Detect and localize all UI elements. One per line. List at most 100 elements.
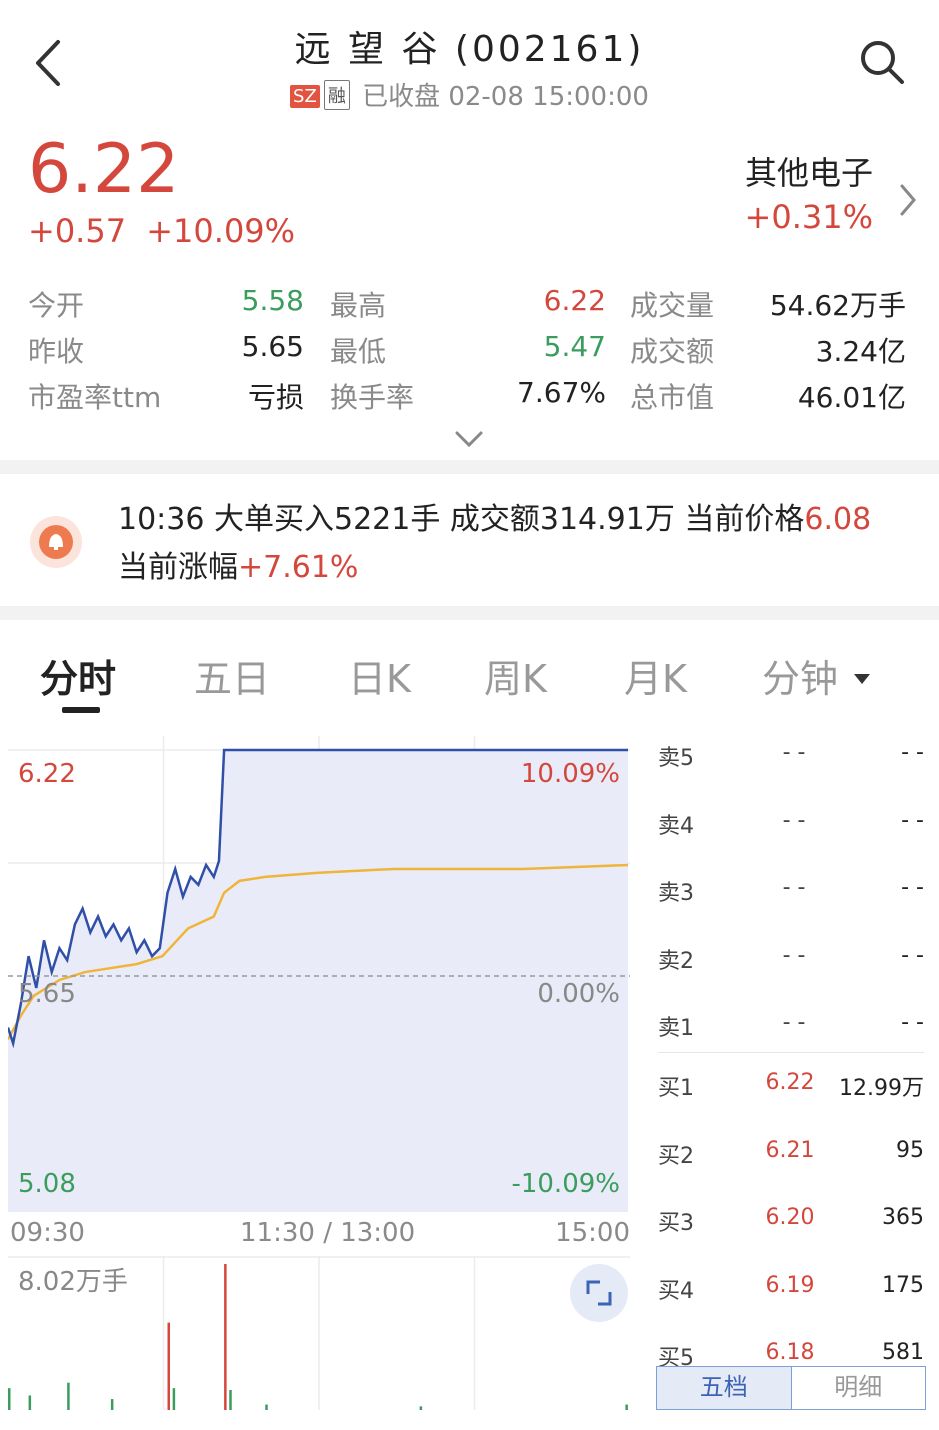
bid-label: 买2 (658, 1143, 694, 1169)
tab-intraday[interactable]: 分时 (40, 648, 116, 703)
ask-label: 卖4 (658, 813, 694, 839)
tab-trade-detail[interactable]: 明细 (792, 1367, 926, 1409)
volume-bar (625, 1404, 628, 1410)
notice-percent: +7.61% (238, 550, 359, 585)
orderbook-tabs: 五档 明细 (656, 1366, 926, 1410)
ask-price: - - (782, 875, 806, 900)
tab-daily-k[interactable]: 日K (348, 648, 411, 703)
bid-price: 6.20 (765, 1205, 815, 1230)
ask-label: 卖5 (658, 746, 694, 771)
axis-price-low: 5.08 (18, 1169, 76, 1199)
change-value: +0.57 (28, 212, 127, 250)
axis-pct-mid: 0.00% (537, 979, 620, 1009)
tab-monthly-k[interactable]: 月K (624, 648, 687, 703)
stat-value-turnover-rate: 7.67% (517, 376, 606, 409)
search-icon (861, 41, 904, 84)
stat-value-pe-ttm: 亏损 (247, 381, 304, 414)
volume-bar (265, 1404, 268, 1410)
active-tab-indicator (62, 707, 100, 713)
notice-text: 10:36 大单买入5221手 成交额314.91万 当前价格 (118, 502, 805, 537)
volume-bar (419, 1406, 423, 1410)
volume-chart[interactable]: 8.02万手 (8, 1256, 630, 1410)
tab-weekly-k[interactable]: 周K (484, 648, 547, 703)
volume-bar (28, 1395, 32, 1410)
bid-volume: 12.99万 (839, 1076, 924, 1101)
search-button[interactable] (858, 38, 906, 86)
chevron-right-icon[interactable] (896, 180, 920, 220)
ask-volume: - - (901, 942, 924, 968)
bell-icon (30, 516, 82, 568)
last-price: 6.22 (28, 130, 180, 209)
margin-badge: 融 (323, 80, 350, 110)
notice-line2: 当前涨幅 (118, 550, 238, 585)
bid-price: 6.18 (765, 1340, 815, 1365)
volume-max-label: 8.02万手 (18, 1267, 128, 1297)
ask-price: - - (782, 740, 806, 765)
fullscreen-icon (586, 1280, 612, 1306)
fullscreen-button[interactable] (570, 1264, 628, 1322)
volume-bar (67, 1382, 70, 1410)
expand-chevron-icon[interactable] (454, 428, 484, 450)
ask-label: 卖3 (658, 881, 694, 906)
stat-label-low: 最低 (330, 335, 387, 368)
stat-value-prev-close: 5.65 (241, 330, 304, 363)
ask-label: 卖1 (658, 1016, 694, 1041)
tab-minute[interactable]: 分钟 (762, 648, 872, 703)
tab-five-day[interactable]: 五日 (194, 648, 270, 703)
bid-label: 买1 (658, 1076, 694, 1101)
bid-volume: 95 (896, 1137, 924, 1163)
notice-price: 6.08 (804, 502, 872, 537)
stat-label-open: 今开 (28, 289, 85, 322)
stat-label-high: 最高 (330, 289, 387, 322)
bid-label: 买3 (658, 1211, 694, 1236)
bid-volume: 581 (882, 1340, 924, 1365)
ask-price: - - (782, 942, 806, 968)
volume-bar (167, 1322, 171, 1410)
time-open: 09:30 (10, 1218, 85, 1248)
sector-change: +0.31% (744, 198, 873, 236)
stat-value-high: 6.22 (543, 284, 606, 317)
axis-price-high: 6.22 (18, 759, 76, 789)
time-midday: 11:30 / 13:00 (240, 1218, 416, 1248)
tab-five-level[interactable]: 五档 (657, 1367, 792, 1409)
section-divider (0, 460, 939, 474)
stat-value-market-cap: 46.01亿 (797, 381, 906, 414)
bid-label: 买4 (658, 1278, 694, 1304)
volume-bar (172, 1388, 176, 1410)
large-order-notice[interactable]: 10:36 大单买入5221手 成交额314.91万 当前价格6.08 当前涨幅… (118, 496, 908, 592)
sz-badge: SZ (290, 85, 320, 108)
stat-label-volume: 成交量 (630, 289, 715, 322)
orderbook-divider (658, 1052, 924, 1053)
axis-price-mid: 5.65 (18, 979, 76, 1009)
axis-pct-low: -10.09% (511, 1169, 620, 1199)
ask-price: - - (782, 1010, 806, 1035)
bid-volume: 365 (882, 1205, 924, 1230)
ask-volume: - - (901, 875, 924, 900)
stat-value-volume: 54.62万手 (769, 289, 906, 322)
volume-bar (8, 1388, 11, 1410)
volume-bar (229, 1389, 232, 1410)
sector-name[interactable]: 其他电子 (745, 148, 873, 194)
bid-price: 6.19 (765, 1272, 815, 1298)
stat-value-turnover: 3.24亿 (815, 335, 906, 368)
volume-bar (110, 1399, 114, 1410)
time-close: 15:00 (555, 1218, 630, 1248)
ask-label: 卖2 (658, 948, 694, 974)
time-axis: 09:30 11:30 / 13:00 15:00 (10, 1218, 630, 1248)
stat-label-prev-close: 昨收 (28, 335, 85, 368)
status-text: 已收盘 02-08 15:00:00 (362, 82, 649, 112)
intraday-chart[interactable]: 6.22 10.09% 5.65 0.00% 5.08 -10.09% (8, 736, 630, 1212)
bid-price: 6.21 (765, 1137, 815, 1163)
price-change: +0.57 +10.09% (28, 212, 295, 250)
bid-volume: 175 (882, 1272, 924, 1298)
bid-price: 6.22 (765, 1070, 815, 1095)
change-percent: +10.09% (146, 212, 296, 250)
ask-volume: - - (901, 1010, 924, 1035)
volume-bar (224, 1264, 227, 1410)
stat-value-open: 5.58 (241, 284, 304, 317)
section-divider (0, 606, 939, 620)
ask-price: - - (782, 807, 806, 833)
stat-value-low: 5.47 (543, 330, 606, 363)
stat-label-market-cap: 总市值 (630, 381, 715, 414)
dropdown-icon (854, 674, 871, 684)
